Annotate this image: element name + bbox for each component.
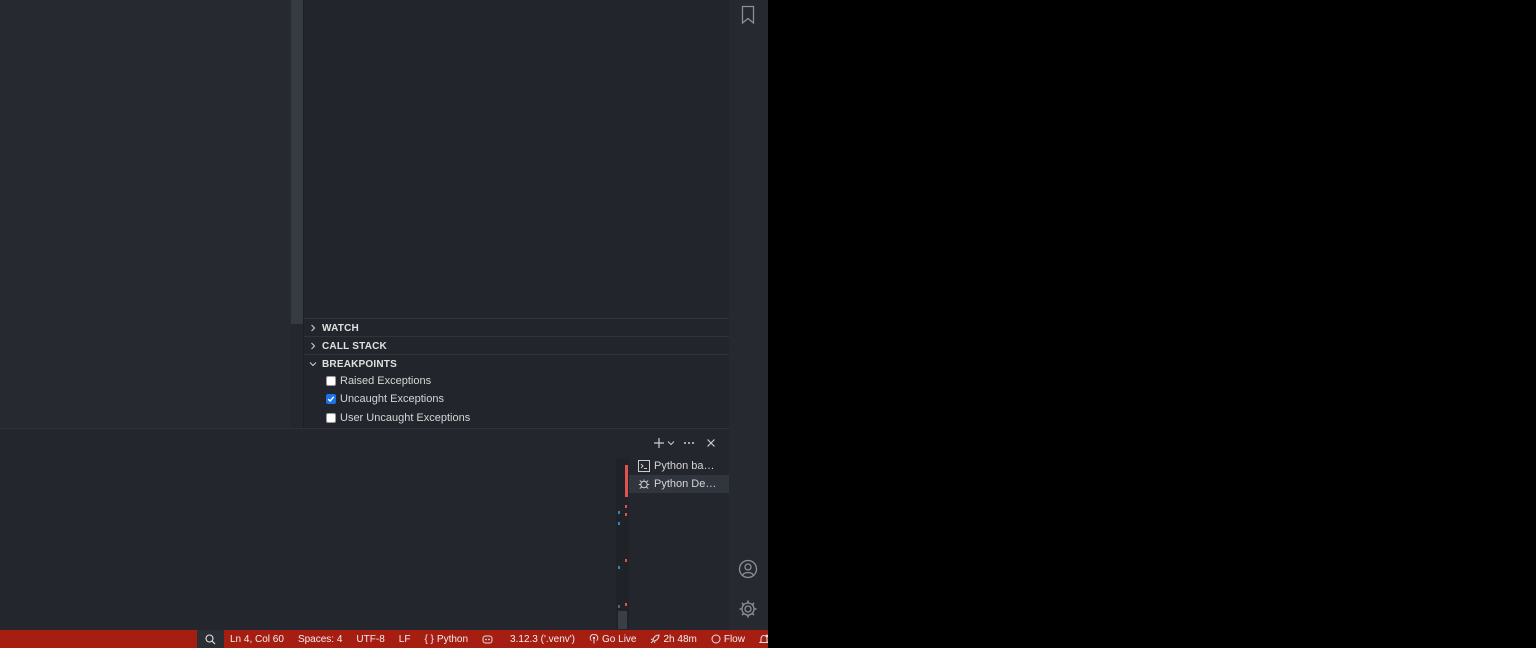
flow-label: Flow [723,633,745,645]
encoding[interactable]: UTF-8 [356,634,384,645]
error-marker [625,603,627,606]
python-interpreter[interactable]: 3.12.3 ('.venv') [510,634,575,645]
end-of-line[interactable]: LF [399,634,411,645]
chevron-right-icon [304,342,322,350]
section-call-stack-label: CALL STACK [322,340,387,352]
breakpoint-checkbox[interactable] [326,376,336,386]
scroll-marker [618,605,620,608]
chevron-down-icon [304,360,322,368]
activity-bar [729,0,768,630]
broadcast-icon [589,634,599,644]
terminal-panel: Python bas… Python De… [0,428,729,631]
vscode-window: WATCH CALL STACK BREAKPOINTS Raised Exce… [0,0,768,648]
debug-sidebar: WATCH CALL STACK BREAKPOINTS Raised Exce… [303,0,730,428]
section-watch[interactable]: WATCH [304,318,730,337]
section-call-stack[interactable]: CALL STACK [304,336,730,355]
flow-status[interactable]: Flow [711,634,745,645]
terminal-tab-python-bash[interactable]: Python bas… [629,457,729,475]
error-marker [625,505,627,508]
cursor-position[interactable]: Ln 4, Col 60 [230,634,284,645]
breakpoint-checkbox[interactable] [326,394,336,404]
language-mode[interactable]: { } Python [424,634,468,645]
info-marker [618,511,620,514]
zoom-icon[interactable] [197,630,224,648]
breakpoint-checkbox[interactable] [326,413,336,423]
error-marker [625,513,627,516]
info-marker [618,566,620,569]
chevron-down-icon[interactable] [667,435,675,451]
time-tracker[interactable]: 2h 48m [650,633,697,645]
braces-icon: { } [424,633,434,645]
terminal-tab-python-debug[interactable]: Python De… [629,475,729,493]
error-marker [625,465,628,497]
editor-area[interactable] [0,0,291,428]
editor-scrollbar[interactable] [291,0,303,324]
breakpoint-label: User Uncaught Exceptions [340,412,471,424]
breakpoint-item[interactable]: Raised Exceptions [304,372,730,390]
indentation[interactable]: Spaces: 4 [298,634,342,645]
bookmark-icon[interactable] [738,5,758,25]
gear-icon[interactable] [738,599,758,619]
breakpoint-item[interactable]: Uncaught Exceptions [304,390,730,408]
section-breakpoints-label: BREAKPOINTS [322,358,397,370]
notifications[interactable] [758,634,768,644]
debug-icon [637,477,651,491]
panel-actions [651,435,719,451]
breakpoint-item[interactable]: User Uncaught Exceptions [304,409,730,427]
terminal-icon [637,459,651,473]
bell-icon [758,634,768,644]
breakpoint-label: Uncaught Exceptions [340,393,444,405]
terminal-overview-ruler[interactable] [616,459,629,629]
close-icon[interactable] [703,435,719,451]
terminal-tabs: Python bas… Python De… [629,457,729,493]
copilot-status[interactable] [482,634,496,644]
section-watch-label: WATCH [322,322,359,334]
copilot-icon [482,634,493,644]
terminal-tab-label: Python bas… [654,460,720,472]
go-live-label: Go Live [602,633,637,645]
chevron-right-icon [304,324,322,332]
more-actions-icon[interactable] [681,435,697,451]
section-breakpoints[interactable]: BREAKPOINTS [304,354,730,373]
circle-icon [711,634,721,644]
info-marker [618,522,620,525]
overview-slider[interactable] [618,611,627,629]
time-label: 2h 48m [663,633,697,645]
terminal-tab-label: Python De… [654,478,717,490]
new-terminal-icon[interactable] [651,435,667,451]
account-icon[interactable] [738,559,758,579]
language-label: Python [436,633,469,645]
breakpoint-label: Raised Exceptions [340,375,432,387]
error-marker [625,559,627,562]
status-bar: Ln 4, Col 60 Spaces: 4 UTF-8 LF { } Pyth… [0,630,768,648]
go-live[interactable]: Go Live [589,634,636,645]
rocket-icon [650,634,660,644]
status-bar-items: Ln 4, Col 60 Spaces: 4 UTF-8 LF { } Pyth… [230,630,768,648]
